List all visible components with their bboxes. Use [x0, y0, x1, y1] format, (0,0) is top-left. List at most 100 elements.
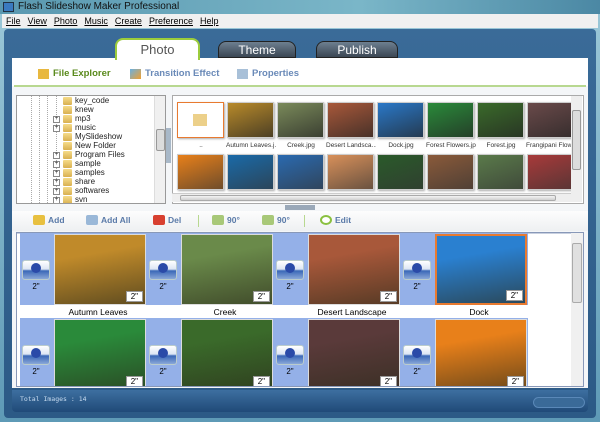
thumbnail[interactable]: [527, 102, 574, 138]
globe-icon: [31, 348, 41, 358]
expand-icon[interactable]: +: [53, 115, 60, 123]
slide-image[interactable]: 2": [181, 319, 273, 386]
menu-photo[interactable]: Photo: [54, 14, 78, 28]
thumbnail[interactable]: [227, 102, 274, 138]
toolbar-add-all-button[interactable]: Add All: [86, 215, 130, 225]
expand-icon[interactable]: +: [53, 160, 60, 168]
transition-button[interactable]: [276, 345, 304, 365]
menu-music[interactable]: Music: [84, 14, 108, 28]
tree-line: [47, 96, 48, 203]
thumbnail[interactable]: [177, 154, 224, 190]
slide-duration[interactable]: 2": [379, 291, 397, 302]
transition-button[interactable]: [403, 345, 431, 365]
menu-preference[interactable]: Preference: [149, 14, 193, 28]
toolbar-rotate-left-button[interactable]: 90°: [212, 215, 240, 225]
slide-image[interactable]: 2": [435, 234, 527, 305]
scroll-thumb[interactable]: [180, 195, 556, 201]
thumbnail[interactable]: [227, 154, 274, 190]
toolbar-add-button[interactable]: Add: [33, 215, 65, 225]
expand-icon[interactable]: +: [53, 196, 60, 203]
expand-icon[interactable]: +: [53, 169, 60, 177]
grid-vertical-scrollbar[interactable]: [571, 96, 582, 202]
menu-view[interactable]: View: [28, 14, 47, 28]
transition-icon: [130, 68, 141, 79]
menu-bar: File View Photo Music Create Preference Help: [2, 14, 598, 28]
folder-icon: [63, 151, 72, 159]
folder-tree[interactable]: key_code knew + mp3 + music MySlideshow New Fol…: [16, 95, 166, 204]
slide-image[interactable]: 2": [308, 319, 400, 386]
slide-caption: Desert Landscape: [317, 307, 387, 317]
slide-image[interactable]: 2": [181, 234, 273, 305]
thumbnail[interactable]: [327, 154, 374, 190]
thumbnail[interactable]: [477, 154, 524, 190]
transition-button[interactable]: [276, 260, 304, 280]
globe-icon: [412, 348, 422, 358]
toolbar-label: Add All: [101, 215, 131, 225]
folder-icon: [63, 124, 72, 132]
menu-create[interactable]: Create: [115, 14, 142, 28]
thumbnail[interactable]: [427, 154, 474, 190]
thumbnail-grid[interactable]: .. Autumn Leaves.j... Creek.jpg Desert Land…: [172, 95, 584, 204]
slide-duration[interactable]: 2": [252, 291, 270, 302]
scroll-thumb[interactable]: [572, 110, 581, 170]
slide-image[interactable]: 2": [54, 234, 146, 305]
folder-icon: [63, 106, 72, 114]
transition-button[interactable]: [22, 260, 50, 280]
thumbnail[interactable]: [477, 102, 524, 138]
slide-duration[interactable]: 2": [252, 376, 270, 386]
title-bar: Flash Slideshow Maker Professional: [0, 0, 600, 14]
storyboard[interactable]: 2" 2" Autumn Leaves 2" 2" Creek 2" 2" Desert Lan…: [16, 232, 584, 387]
transition-button[interactable]: [149, 260, 177, 280]
transition-button[interactable]: [149, 345, 177, 365]
expand-icon[interactable]: +: [53, 124, 60, 132]
menu-help[interactable]: Help: [200, 14, 219, 28]
total-images-status: Total Images : 14: [20, 395, 87, 403]
storyboard-scrollbar[interactable]: [571, 233, 583, 386]
tree-node[interactable]: + svn: [53, 195, 87, 203]
transition-button[interactable]: [403, 260, 431, 280]
slide-image[interactable]: 2": [54, 319, 146, 386]
slide-duration[interactable]: 2": [379, 376, 397, 386]
expand-icon[interactable]: +: [53, 151, 60, 159]
toolbar-edit-button[interactable]: Edit: [320, 215, 351, 225]
expand-icon[interactable]: +: [53, 178, 60, 186]
tree-scrollbar[interactable]: [154, 96, 165, 203]
status-bar: [12, 390, 588, 412]
menu-file[interactable]: File: [6, 14, 21, 28]
toolbar-delete-button[interactable]: Del: [153, 215, 181, 225]
collapse-handle[interactable]: [285, 205, 315, 210]
globe-icon: [285, 263, 295, 273]
scroll-thumb[interactable]: [572, 243, 582, 303]
pane-splitter[interactable]: [166, 128, 171, 163]
grid-horizontal-scrollbar[interactable]: [172, 193, 572, 202]
slide-image[interactable]: 2": [435, 319, 527, 386]
thumbnail[interactable]: [277, 154, 324, 190]
transition-button[interactable]: [22, 345, 50, 365]
toolbar-rotate-right-button[interactable]: 90°: [262, 215, 290, 225]
globe-icon: [31, 263, 41, 273]
thumbnail-label: Desert Landsca...: [326, 142, 376, 149]
slide-duration[interactable]: 2": [505, 290, 523, 301]
thumbnail[interactable]: [277, 102, 324, 138]
status-bar-button[interactable]: [533, 397, 585, 408]
thumbnail[interactable]: [377, 102, 424, 138]
expand-icon[interactable]: +: [53, 187, 60, 195]
tab-publish[interactable]: Publish: [316, 41, 398, 58]
scroll-thumb[interactable]: [156, 129, 165, 151]
thumbnail[interactable]: [327, 102, 374, 138]
thumbnail[interactable]: [527, 154, 574, 190]
subtab-transition-effect[interactable]: Transition Effect: [130, 68, 219, 79]
subtab-properties[interactable]: Properties: [237, 68, 299, 79]
rotate-left-icon: [212, 215, 224, 225]
slide-duration[interactable]: 2": [125, 291, 143, 302]
toolbar-label: Edit: [335, 215, 352, 225]
tab-photo[interactable]: Photo: [115, 38, 200, 60]
slide-duration[interactable]: 2": [125, 376, 143, 386]
thumbnail[interactable]: [427, 102, 474, 138]
subtab-file-explorer[interactable]: File Explorer: [38, 68, 111, 79]
folder-icon: [193, 114, 207, 126]
slide-duration[interactable]: 2": [506, 376, 524, 386]
slide-image[interactable]: 2": [308, 234, 400, 305]
tab-theme[interactable]: Theme: [218, 41, 296, 58]
thumbnail[interactable]: [377, 154, 424, 190]
